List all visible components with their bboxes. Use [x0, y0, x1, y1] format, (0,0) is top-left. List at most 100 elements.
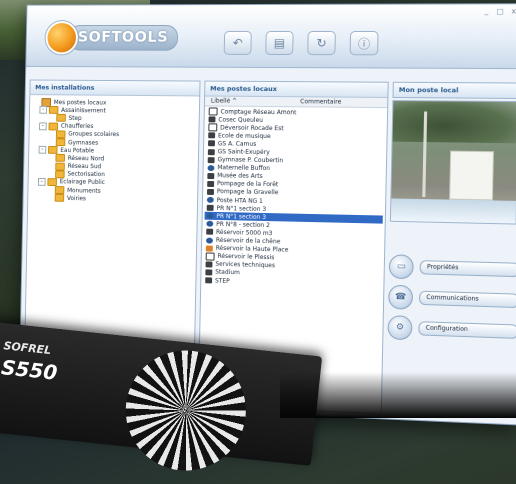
station-status-icon	[206, 237, 213, 244]
tree-item-label: Eclairage Public	[59, 178, 105, 187]
station-status-icon	[208, 123, 218, 132]
tree-item-label: Sectorisation	[67, 170, 105, 179]
tree-expander-icon[interactable]: -	[39, 122, 47, 130]
station-status-icon	[208, 107, 218, 116]
list-item-label: Maternelle Buffon	[217, 164, 271, 173]
list-item-label: Gymnase P. Coubertin	[217, 156, 284, 165]
list-item-label: GS Saint-Exupéry	[217, 148, 270, 157]
main-toolbar: ↶ ▤ ↻ ⓘ	[223, 30, 379, 56]
photo-pole	[422, 111, 428, 198]
document-icon[interactable]: ▤	[265, 30, 294, 56]
back-arrow-icon[interactable]: ↶	[223, 30, 252, 55]
minimize-button[interactable]: _	[481, 7, 492, 15]
folder-icon	[48, 122, 59, 131]
list-item-label: STEP	[214, 277, 230, 285]
list-item-label: Musée des Arts	[217, 172, 263, 181]
properties-icon: ▭	[388, 254, 414, 280]
list-item-label: Réservoir 5000 m3	[215, 228, 273, 238]
list-item-label: Ecole de musique	[217, 132, 271, 140]
folder-icon	[55, 130, 66, 139]
installations-title: Mes installations	[30, 80, 200, 97]
folder-icon	[48, 146, 58, 155]
tree-item-label: Voiries	[66, 194, 87, 203]
station-status-icon	[208, 132, 216, 139]
station-status-icon	[206, 213, 214, 220]
tree-item-label: Assainissement	[61, 106, 106, 115]
folder-icon	[54, 186, 65, 195]
folder-icon	[47, 178, 57, 187]
station-status-icon	[206, 229, 214, 236]
folder-icon	[48, 106, 59, 115]
column-commentaire[interactable]: Commentaire	[300, 97, 387, 107]
communications-icon: ☎	[388, 284, 414, 310]
configuration-action[interactable]: ⚙ Configuration	[387, 315, 516, 344]
installations-tree: Mes postes locaux - Assainissement Step - Cha…	[28, 95, 199, 208]
photo-trees	[392, 101, 516, 144]
tree-item-label: Réseau Sud	[67, 162, 102, 171]
window-controls: _ □ x	[481, 7, 516, 15]
station-status-icon	[207, 172, 215, 179]
station-status-icon	[205, 269, 213, 276]
station-status-icon	[205, 261, 213, 268]
station-status-icon	[207, 180, 215, 187]
maximize-button[interactable]: □	[495, 7, 506, 15]
tree-item-label: Chaufferies	[60, 122, 94, 131]
tree-item-label: Eau Potable	[60, 146, 95, 155]
column-libelle[interactable]: Libellé ^	[205, 96, 300, 106]
postes-title: Mes postes locaux	[205, 81, 388, 98]
device-shadow	[280, 372, 516, 418]
softools-logo: SOFTOOLS	[45, 21, 179, 55]
station-status-icon	[208, 116, 216, 123]
station-status-icon	[208, 140, 215, 147]
tree-item-label: Réseau Nord	[67, 154, 105, 163]
folder-icon	[55, 162, 65, 171]
list-item-label: Cosec Queuleu	[218, 116, 264, 124]
app-header: _ □ x SOFTOOLS ↶ ▤ ↻ ⓘ	[26, 4, 516, 70]
station-status-icon	[207, 164, 215, 171]
list-item-label: Stadium	[215, 269, 240, 277]
properties-button[interactable]: Propriétés	[419, 260, 516, 278]
configuration-button[interactable]: Configuration	[418, 321, 516, 339]
close-button[interactable]: x	[508, 7, 516, 15]
tree-expander-icon[interactable]: -	[37, 177, 46, 186]
station-status-icon	[206, 204, 214, 212]
postes-list: Comptage Réseau Amont Cosec Queuleu Dévers…	[201, 106, 387, 290]
station-status-icon	[205, 252, 215, 261]
folder-icon	[56, 114, 66, 123]
list-item-label: GS A. Camus	[217, 140, 257, 148]
configuration-icon: ⚙	[387, 315, 413, 341]
photo-cabinet	[449, 150, 494, 201]
folder-icon	[54, 194, 65, 203]
site-photo	[389, 100, 516, 225]
list-item-label: Poste HTA NG 1	[216, 196, 264, 205]
sunburst-logo	[119, 344, 252, 477]
communications-action[interactable]: ☎ Communications	[388, 284, 516, 314]
list-item-label: PR N°1 section 3	[216, 204, 267, 213]
tree-item-label: Step	[68, 114, 82, 122]
tree-item-label: Monuments	[67, 186, 101, 195]
communications-button[interactable]: Communications	[418, 290, 516, 309]
tree-expander-icon[interactable]: -	[38, 146, 47, 154]
station-status-icon	[206, 196, 214, 204]
poste-local-title: Mon poste local	[392, 81, 516, 100]
station-status-icon	[207, 156, 215, 163]
refresh-icon[interactable]: ↻	[307, 30, 336, 56]
info-icon[interactable]: ⓘ	[349, 30, 379, 56]
logo-emblem-icon	[45, 21, 79, 55]
list-item-label: PR N°8 - section 2	[216, 220, 271, 229]
tree-item-label: Gymnases	[68, 138, 99, 147]
station-status-icon	[205, 277, 213, 284]
tree-expander-icon[interactable]: -	[39, 106, 48, 115]
station-status-icon	[207, 148, 215, 155]
folder-icon	[55, 154, 66, 163]
photo-ground	[390, 198, 516, 224]
list-item-label: Pompage la Gravelle	[216, 188, 279, 197]
poste-local-panel: Mon poste local ▭ Propriétés ☎ Communica…	[386, 81, 516, 420]
device-brand: SOFREL	[2, 339, 52, 358]
list-item-label: Déversoir Rocade Est	[220, 124, 284, 132]
station-status-icon	[205, 245, 213, 252]
tree-item-label: Groupes scolaires	[68, 130, 120, 139]
device-model: S550	[0, 355, 59, 385]
tree-item-label: Mes postes locaux	[53, 98, 107, 107]
properties-action[interactable]: ▭ Propriétés	[388, 254, 516, 282]
